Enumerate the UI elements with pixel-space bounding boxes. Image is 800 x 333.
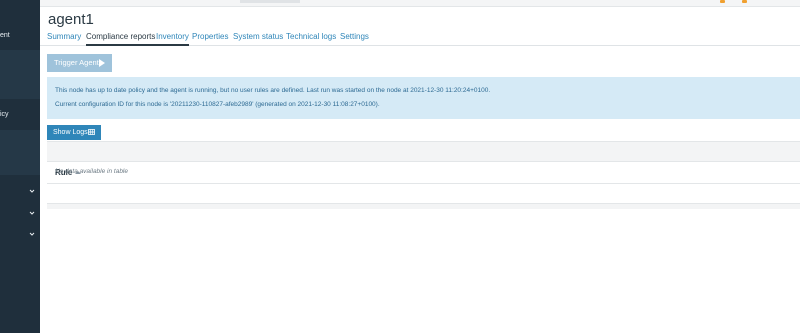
table-footer (47, 203, 800, 209)
trigger-agent-label: Trigger Agent (54, 58, 99, 67)
empty-table-message: No data available in table (55, 168, 128, 175)
show-logs-label: Show Logs (53, 129, 88, 136)
sidebar: ent icy (0, 0, 40, 333)
warning-icon[interactable] (742, 0, 747, 3)
active-tab-indicator (86, 44, 189, 46)
sidebar-section (0, 50, 40, 99)
sidebar-section (0, 130, 40, 175)
tab-properties[interactable]: Properties (192, 32, 228, 41)
page-title: agent1 (48, 11, 94, 28)
sidebar-item-label[interactable]: icy (0, 111, 9, 118)
tab-settings[interactable]: Settings (340, 32, 369, 41)
chevron-down-icon[interactable] (29, 210, 35, 216)
play-icon (99, 59, 105, 67)
table-header: Rule (47, 162, 800, 184)
table-toolbar (47, 142, 800, 162)
info-status-text: This node has up to date policy and the … (55, 87, 491, 94)
search-input[interactable] (240, 0, 300, 3)
chevron-down-icon[interactable] (29, 188, 35, 194)
show-logs-button[interactable]: Show Logs (47, 125, 101, 140)
tab-bar: Summary Compliance reports Inventory Pro… (40, 28, 800, 46)
rules-table: Rule No data available in table (47, 141, 800, 209)
table-icon (88, 129, 95, 135)
top-bar (40, 0, 800, 7)
tab-technical-logs[interactable]: Technical logs (286, 32, 336, 41)
tab-system-status[interactable]: System status (233, 32, 283, 41)
tab-inventory[interactable]: Inventory (156, 32, 189, 41)
notification-icon[interactable] (720, 0, 725, 3)
info-config-text: Current configuration ID for this node i… (55, 101, 380, 108)
sidebar-item-label[interactable]: ent (0, 32, 10, 39)
tab-compliance-reports[interactable]: Compliance reports (86, 32, 155, 41)
info-panel: This node has up to date policy and the … (47, 77, 800, 119)
trigger-agent-button[interactable]: Trigger Agent (47, 54, 112, 72)
tab-summary[interactable]: Summary (47, 32, 81, 41)
chevron-down-icon[interactable] (29, 231, 35, 237)
